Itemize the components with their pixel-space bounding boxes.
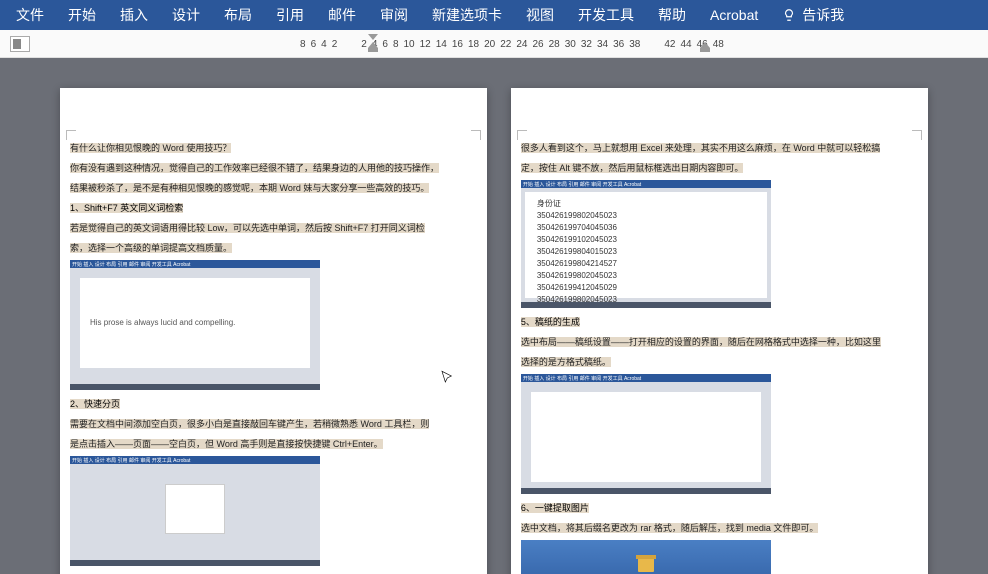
ruler-tick: 34: [597, 39, 608, 50]
ruler-tick: 8: [300, 39, 306, 50]
margin-mark: [912, 130, 922, 140]
tab-layout[interactable]: 布局: [212, 0, 264, 31]
view-toggle-button[interactable]: [10, 36, 30, 52]
ruler-tick: 30: [565, 39, 576, 50]
doc-paragraph: 很多人看到这个，马上就想用 Excel 来处理，其实不用这么麻烦，在 Word …: [521, 143, 880, 153]
id-row: 350426199412045029: [537, 282, 755, 294]
ruler-tick: 12: [420, 39, 431, 50]
doc-paragraph: 需要在文档中间添加空白页，很多小白是直接敲回车键产生，若稍微熟悉 Word 工具…: [70, 419, 429, 429]
tab-file[interactable]: 文件: [4, 0, 56, 31]
tab-acrobat[interactable]: Acrobat: [698, 1, 770, 29]
ruler-tick: 28: [549, 39, 560, 50]
page-1[interactable]: 有什么让你相见恨晚的 Word 使用技巧？ 你有没有遇到这种情况，觉得自己的工作…: [60, 88, 487, 574]
embedded-screenshot-1: 开始 插入 设计 布局 引用 邮件 审阅 开发工具 Acrobat His pr…: [70, 260, 320, 390]
margin-mark: [471, 130, 481, 140]
doc-paragraph: 索，选择一个高级的单词提高文档质量。: [70, 243, 232, 253]
tab-help[interactable]: 帮助: [646, 0, 698, 31]
emb-content: His prose is always lucid and compelling…: [80, 278, 310, 368]
margin-mark: [66, 130, 76, 140]
id-row: 350426199802045023: [537, 294, 755, 306]
id-row: 350426199802045023: [537, 270, 755, 282]
id-row: 350426199804214527: [537, 258, 755, 270]
ruler-tick: 4: [321, 39, 327, 50]
tab-home[interactable]: 开始: [56, 0, 108, 31]
doc-paragraph: 选中布局——稿纸设置——打开相应的设置的界面，随后在网格格式中选择一种，比如这里: [521, 337, 881, 347]
emb-ribbon: 开始 插入 设计 布局 引用 邮件 审阅 开发工具 Acrobat: [70, 260, 320, 268]
ruler-tick: 18: [468, 39, 479, 50]
doc-paragraph: 定，按住 Alt 键不放，然后用鼠标框选出日期内容即可。: [521, 163, 744, 173]
section-heading: 2、快速分页: [70, 399, 120, 409]
tab-references[interactable]: 引用: [264, 0, 316, 31]
id-row: 350426199804015023: [537, 246, 755, 258]
ruler-tick: 24: [516, 39, 527, 50]
emb-ribbon: 开始 插入 设计 布局 引用 邮件 审阅 开发工具 Acrobat: [521, 180, 771, 188]
emb-ribbon: 开始 插入 设计 布局 引用 邮件 审阅 开发工具 Acrobat: [521, 374, 771, 382]
indent-marker-right[interactable]: [700, 32, 710, 50]
emb-dialog: [165, 484, 225, 534]
id-row: 350426199704045036: [537, 222, 755, 234]
ruler-tick: 2: [332, 39, 338, 50]
doc-paragraph: 选择的是方格式稿纸。: [521, 357, 611, 367]
horizontal-ruler[interactable]: 8 6 4 2 2 4 6 8 10 12 14 16 18 20 22 24 …: [300, 34, 988, 54]
doc-title: 有什么让你相见恨晚的 Word 使用技巧？: [70, 143, 231, 153]
ruler-tick: 20: [484, 39, 495, 50]
ruler-tick: 16: [452, 39, 463, 50]
doc-paragraph: 是点击插入——页面——空白页，但 Word 高手则是直接按快捷键 Ctrl+En…: [70, 439, 383, 449]
doc-paragraph: 结果被秒杀了，是不是有种相见恨晚的感觉呢，本期 Word 妹与大家分享一些高效的…: [70, 183, 429, 193]
tab-developer[interactable]: 开发工具: [566, 0, 646, 31]
lightbulb-icon: [782, 8, 796, 22]
ruler-tick: 38: [629, 39, 640, 50]
ruler-tick: 8: [393, 39, 399, 50]
tab-view[interactable]: 视图: [514, 0, 566, 31]
section-heading: 6、一键提取图片: [521, 503, 589, 513]
embedded-screenshot-2: 开始 插入 设计 布局 引用 邮件 审阅 开发工具 Acrobat: [70, 456, 320, 566]
document-workspace: 有什么让你相见恨晚的 Word 使用技巧？ 你有没有遇到这种情况，觉得自己的工作…: [0, 58, 988, 574]
section-heading: 5、稿纸的生成: [521, 317, 580, 327]
tab-review[interactable]: 审阅: [368, 0, 420, 31]
id-title: 身份证: [537, 198, 755, 210]
doc-paragraph: 若是觉得自己的英文词语用得比较 Low，可以先选中单词，然后按 Shift+F7…: [70, 223, 425, 233]
doc-paragraph: 选中文档，将其后缀名更改为 rar 格式，随后解压，找到 media 文件即可。: [521, 523, 819, 533]
id-row: 350426199802045023: [537, 210, 755, 222]
indent-marker-left[interactable]: [368, 32, 378, 50]
embedded-screenshot-5: 开始 插入 设计 布局 引用 邮件 审阅 开发工具 Acrobat: [521, 374, 771, 494]
ruler-tick: 14: [436, 39, 447, 50]
ruler-tick: 26: [533, 39, 544, 50]
tell-me-search[interactable]: 告诉我: [770, 0, 856, 31]
ruler-area: 8 6 4 2 2 4 6 8 10 12 14 16 18 20 22 24 …: [0, 30, 988, 58]
archive-icon: [634, 552, 658, 574]
ruler-tick: 6: [311, 39, 317, 50]
id-row: 350426199102045023: [537, 234, 755, 246]
ruler-tick: 32: [581, 39, 592, 50]
emb-desktop: 开在原来...: [521, 540, 771, 574]
doc-paragraph: 你有没有遇到这种情况，觉得自己的工作效率已经很不错了，结果身边的人用他的技巧操作…: [70, 163, 439, 173]
tab-new[interactable]: 新建选项卡: [420, 0, 514, 31]
section-heading: 1、Shift+F7 英文同义词检索: [70, 203, 183, 213]
ruler-tick: 10: [404, 39, 415, 50]
tab-design[interactable]: 设计: [160, 0, 212, 31]
ruler-tick: 36: [613, 39, 624, 50]
margin-mark: [517, 130, 527, 140]
ruler-tick: 6: [382, 39, 388, 50]
ruler-tick: 44: [681, 39, 692, 50]
ruler-tick: 2: [361, 39, 367, 50]
tell-me-label: 告诉我: [802, 5, 844, 25]
ruler-tick: 22: [500, 39, 511, 50]
emb-ribbon: 开始 插入 设计 布局 引用 邮件 审阅 开发工具 Acrobat: [70, 456, 320, 464]
tab-mailings[interactable]: 邮件: [316, 0, 368, 31]
embedded-screenshot-4: 开始 插入 设计 布局 引用 邮件 审阅 开发工具 Acrobat 身份证 35…: [521, 180, 771, 308]
page-2[interactable]: 很多人看到这个，马上就想用 Excel 来处理，其实不用这么麻烦，在 Word …: [511, 88, 928, 574]
ribbon-tabs: 文件 开始 插入 设计 布局 引用 邮件 审阅 新建选项卡 视图 开发工具 帮助…: [0, 0, 988, 30]
embedded-screenshot-6: 开在原来...: [521, 540, 771, 574]
ruler-tick: 42: [664, 39, 675, 50]
ruler-tick: 48: [713, 39, 724, 50]
tab-insert[interactable]: 插入: [108, 0, 160, 31]
